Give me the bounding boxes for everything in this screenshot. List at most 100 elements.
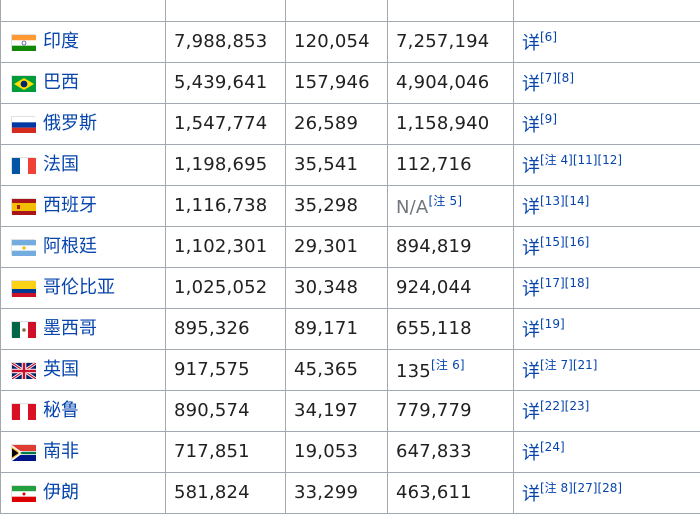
cases-cell: 581,824 (166, 473, 286, 514)
reference-cell: 详[6] (514, 22, 700, 63)
recovered-cell (388, 0, 514, 22)
flag-india-icon (11, 34, 35, 50)
recovered-cell: 894,819 (388, 227, 514, 268)
flag-south-africa-icon (11, 444, 35, 460)
table-row (1, 0, 700, 22)
country-wrapper: 巴西 (9, 74, 165, 92)
reference-cell: 详[15][16] (514, 227, 700, 268)
country-wrapper: 印度 (9, 33, 165, 51)
country-link[interactable]: 西班牙 (43, 197, 97, 215)
citation-links[interactable]: [注 8][27][28] (540, 481, 622, 495)
detail-link[interactable]: 详 (522, 402, 540, 423)
reference-cell: 详[注 4][11][12] (514, 145, 700, 186)
country-cell: 伊朗 (1, 473, 166, 514)
reference-cell: 详[17][18] (514, 268, 700, 309)
recovered-note-link[interactable]: [注 5] (428, 194, 462, 208)
detail-link[interactable]: 详 (522, 33, 540, 54)
cases-cell: 917,575 (166, 350, 286, 391)
country-link[interactable]: 法国 (43, 156, 79, 174)
recovered-value: 647,833 (396, 441, 472, 462)
country-link[interactable]: 伊朗 (43, 484, 79, 502)
recovered-cell: 7,257,194 (388, 22, 514, 63)
country-link[interactable]: 俄罗斯 (43, 115, 97, 133)
citation-links[interactable]: [注 7][21] (540, 358, 597, 372)
country-cell: 秘鲁 (1, 391, 166, 432)
citation-links[interactable]: [19] (540, 317, 565, 331)
country-link[interactable]: 哥伦比亚 (43, 279, 115, 297)
detail-link[interactable]: 详 (522, 238, 540, 259)
recovered-cell: 463,611 (388, 473, 514, 514)
recovered-value: 7,257,194 (396, 31, 489, 52)
citation-links[interactable]: [22][23] (540, 399, 589, 413)
table-row: 印度 7,988,853120,054 7,257,194 详[6] (1, 22, 700, 63)
deaths-cell: 120,054 (286, 22, 388, 63)
recovered-value: N/A (396, 197, 428, 218)
recovered-value: 894,819 (396, 236, 472, 257)
citation-links[interactable]: [17][18] (540, 276, 589, 290)
country-link[interactable]: 英国 (43, 361, 79, 379)
detail-link[interactable]: 详 (522, 443, 540, 464)
detail-link[interactable]: 详 (522, 74, 540, 95)
country-link[interactable]: 南非 (43, 443, 79, 461)
table-row: 阿根廷1,102,30129,301894,819详[15][16] (1, 227, 700, 268)
recovered-value: 4,904,046 (396, 72, 489, 93)
detail-link[interactable]: 详 (522, 320, 540, 341)
detail-link[interactable]: 详 (522, 361, 540, 382)
cases-cell (166, 0, 286, 22)
country-cell: 西班牙 (1, 186, 166, 227)
flag-argentina-icon (11, 239, 35, 255)
country-cell: 南非 (1, 432, 166, 473)
country-link[interactable]: 秘鲁 (43, 402, 79, 420)
covid-country-table: 印度7,988,853120,0547,257,194详[6]巴西5,439,6… (0, 0, 700, 514)
detail-link[interactable]: 详 (522, 115, 540, 136)
citation-links[interactable]: [7][8] (540, 71, 574, 85)
flag-russia-icon (11, 116, 35, 132)
detail-link[interactable]: 详 (522, 484, 540, 505)
recovered-value: 924,044 (396, 277, 472, 298)
country-wrapper: 法国 (9, 156, 165, 174)
recovered-cell: 924,044 (388, 268, 514, 309)
detail-link[interactable]: 详 (522, 279, 540, 300)
citation-links[interactable]: [注 4][11][12] (540, 153, 622, 167)
citation-links[interactable]: [15][16] (540, 235, 589, 249)
recovered-cell: 112,716 (388, 145, 514, 186)
cases-cell: 1,547,774 (166, 104, 286, 145)
citation-links[interactable]: [9] (540, 112, 557, 126)
deaths-cell: 35,298 (286, 186, 388, 227)
deaths-cell: 89,171 (286, 309, 388, 350)
cases-cell: 1,116,738 (166, 186, 286, 227)
flag-iran-icon (11, 485, 35, 501)
recovered-cell: 135[注 6] (388, 350, 514, 391)
country-cell: 阿根廷 (1, 227, 166, 268)
recovered-note-link[interactable]: [注 6] (431, 358, 465, 372)
table-body: 印度7,988,853120,0547,257,194详[6]巴西5,439,6… (1, 0, 700, 514)
table-row: 巴西5,439,641157,9464,904,046详[7][8] (1, 63, 700, 104)
deaths-cell: 26,589 (286, 104, 388, 145)
country-cell: 法国 (1, 145, 166, 186)
citation-links[interactable]: [24] (540, 440, 565, 454)
detail-link[interactable]: 详 (522, 197, 540, 218)
country-link[interactable]: 墨西哥 (43, 320, 97, 338)
country-link[interactable]: 阿根廷 (43, 238, 97, 256)
recovered-value: 1,158,940 (396, 113, 489, 134)
detail-link[interactable]: 详 (522, 156, 540, 177)
deaths-cell: 30,348 (286, 268, 388, 309)
country-link[interactable]: 巴西 (43, 74, 79, 92)
reference-cell: 详[19] (514, 309, 700, 350)
country-wrapper: 英国 (9, 361, 165, 379)
country-link[interactable]: 印度 (43, 33, 79, 51)
flag-peru-icon (11, 403, 35, 419)
cases-cell: 7,988,853 (166, 22, 286, 63)
citation-links[interactable]: [6] (540, 30, 557, 44)
recovered-value: 779,779 (396, 400, 472, 421)
cases-cell: 1,198,695 (166, 145, 286, 186)
table-row: 法国1,198,69535,541112,716详[注 4][11][12] (1, 145, 700, 186)
deaths-cell: 45,365 (286, 350, 388, 391)
deaths-cell: 19,053 (286, 432, 388, 473)
recovered-value: 655,118 (396, 318, 472, 339)
cases-cell: 1,102,301 (166, 227, 286, 268)
citation-links[interactable]: [13][14] (540, 194, 589, 208)
cases-cell: 5,439,641 (166, 63, 286, 104)
table-row: 俄罗斯 1,547,77426,589 1,158,940 详[9] (1, 104, 700, 145)
country-cell: 英国 (1, 350, 166, 391)
